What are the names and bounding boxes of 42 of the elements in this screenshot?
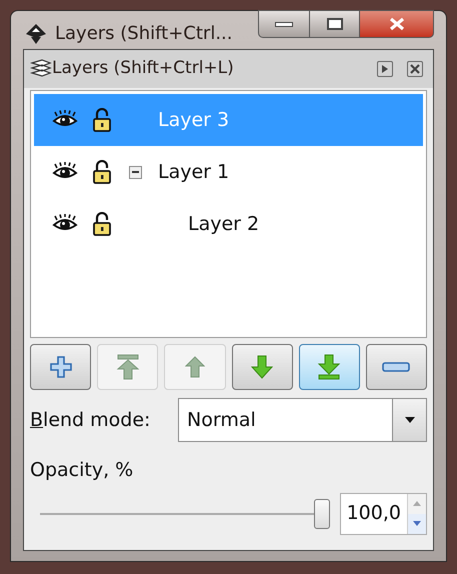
- open-padlock-icon[interactable]: [92, 108, 112, 132]
- caret-down-icon: [404, 417, 414, 423]
- collapse-icon[interactable]: [128, 166, 142, 178]
- layer-name: Layer 2: [188, 212, 260, 237]
- maximize-icon: [326, 18, 342, 30]
- minimize-button[interactable]: [258, 10, 310, 38]
- decrement-button[interactable]: [408, 514, 426, 534]
- layer-name: Layer 1: [158, 160, 230, 185]
- bottom-layer-button[interactable]: [298, 344, 360, 390]
- layers-stack-icon: [30, 59, 52, 79]
- maximize-button[interactable]: [310, 10, 360, 38]
- arrow-down-to-bar-icon: [317, 354, 342, 380]
- dropdown-arrow-button[interactable]: [392, 399, 426, 441]
- plus-icon: [48, 355, 73, 379]
- caret-down-icon: [413, 521, 421, 526]
- blend-mode-dropdown[interactable]: Normal: [178, 398, 427, 442]
- arrow-down-icon: [251, 355, 274, 379]
- arrow-up-icon: [184, 356, 205, 378]
- minus-icon: [382, 362, 410, 372]
- remove-layer-button[interactable]: [366, 344, 428, 390]
- play-icon: [381, 65, 389, 73]
- caret-up-icon: [413, 501, 421, 506]
- down-layer-button[interactable]: [232, 344, 293, 390]
- app-logo-icon: [25, 22, 47, 44]
- window-title: Layers (Shift+Ctrl...: [55, 22, 232, 46]
- panel-close-button[interactable]: [407, 61, 423, 77]
- open-padlock-icon[interactable]: [92, 160, 112, 184]
- layer-name: Layer 3: [158, 108, 230, 133]
- opacity-slider-track[interactable]: [40, 498, 330, 528]
- close-icon: [388, 17, 406, 31]
- panel-title: Layers (Shift+Ctrl+L): [52, 57, 234, 80]
- slider-thumb[interactable]: [314, 498, 330, 528]
- close-button[interactable]: [360, 10, 434, 38]
- blend-mode-label: Blend mode:: [30, 408, 152, 433]
- add-layer-button[interactable]: [30, 344, 92, 390]
- panel-menu-button[interactable]: [377, 61, 393, 77]
- open-padlock-icon[interactable]: [92, 212, 112, 236]
- close-icon: [410, 64, 420, 74]
- opacity-spinbox[interactable]: 100,0: [340, 492, 427, 534]
- opacity-label: Opacity, %: [30, 458, 134, 483]
- minimize-icon: [275, 22, 293, 26]
- arrow-up-to-bar-icon: [116, 354, 140, 380]
